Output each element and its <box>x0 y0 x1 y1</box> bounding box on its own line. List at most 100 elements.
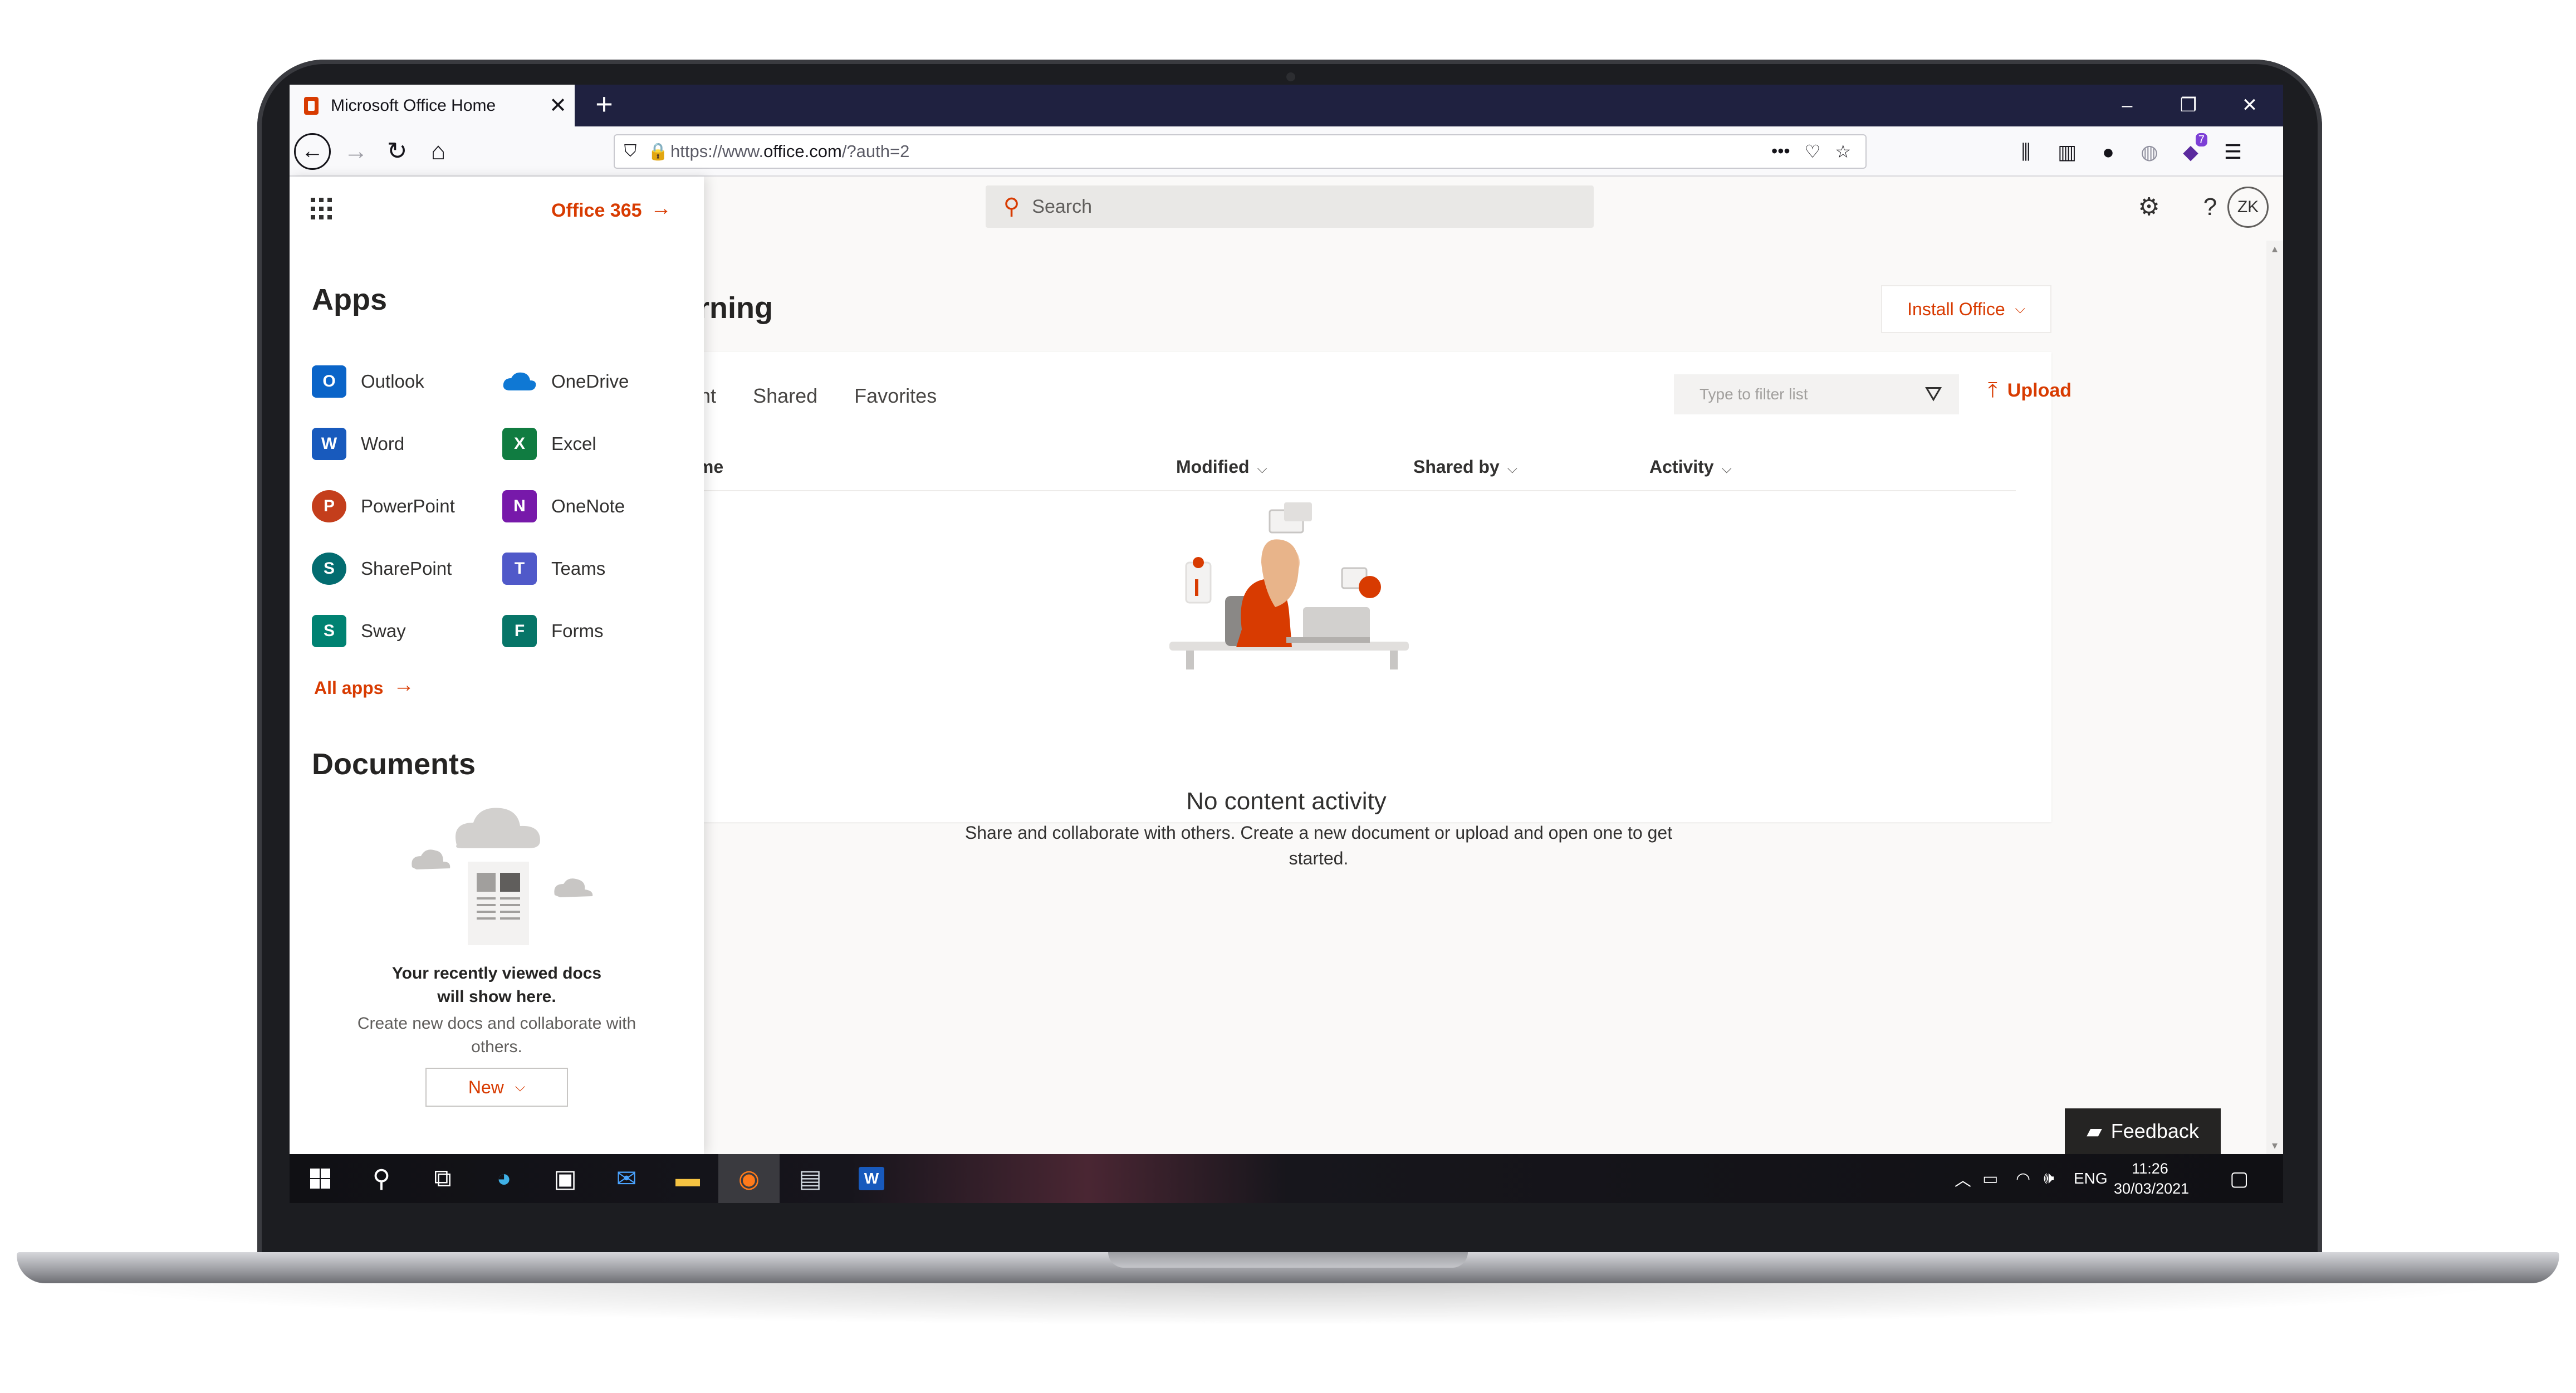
app-onenote-label: OneNote <box>551 496 625 516</box>
search-input[interactable]: ⚲ Search <box>986 185 1594 228</box>
app-powerpoint-label: PowerPoint <box>361 496 455 516</box>
chevron-down-icon: ⌵ <box>2015 301 2025 316</box>
url-bar[interactable]: ⛉ 🔒 https://www.office.com/?auth=2 ••• ♡… <box>614 134 1867 169</box>
app-launcher-waffle-icon[interactable] <box>311 198 333 220</box>
app-excel[interactable]: X Excel <box>502 427 596 461</box>
office365-link[interactable]: Office 365 <box>551 200 642 222</box>
upload-button[interactable]: ⤒ Upload <box>1988 379 2071 403</box>
remote-desktop-icon[interactable]: ▤ <box>780 1154 841 1203</box>
app-sharepoint[interactable]: S SharePoint <box>312 552 452 585</box>
outlook-icon: O <box>312 365 346 398</box>
edge-icon[interactable]: ◕ <box>473 1154 535 1203</box>
word-icon: W <box>312 428 346 460</box>
pocket-icon[interactable]: ♡ <box>1805 141 1821 162</box>
task-view-icon[interactable]: ⧉ <box>412 1154 473 1203</box>
upload-label: Upload <box>2007 380 2072 401</box>
globe-icon[interactable]: ◍ <box>2134 136 2165 168</box>
tab-shared[interactable]: Shared <box>753 384 817 408</box>
tab-close-icon[interactable]: ✕ <box>541 93 575 118</box>
sidebar-icon[interactable]: ▥ <box>2051 136 2083 168</box>
arrow-right-icon[interactable]: → <box>393 673 414 697</box>
language-indicator[interactable]: ENG <box>2074 1154 2108 1203</box>
scroll-up-icon[interactable]: ▴ <box>2266 241 2283 257</box>
screen: Microsoft Office Home ✕ + – ❐ ✕ ← → ↻ ⌂ … <box>290 85 2283 1203</box>
page-scrollbar[interactable]: ▴ ▾ <box>2266 241 2283 1154</box>
avatar[interactable]: ZK <box>2227 187 2269 228</box>
forms-icon: F <box>502 615 537 647</box>
help-icon[interactable]: ? <box>2191 188 2230 227</box>
documents-card: recent Shared Favorites Type to filter l… <box>660 352 2071 822</box>
bookmark-star-icon[interactable]: ☆ <box>1835 141 1851 162</box>
upload-arrow-icon: ⤒ <box>1988 379 1997 402</box>
laptop-camera <box>1286 72 1295 81</box>
app-onedrive[interactable]: OneDrive <box>502 365 629 398</box>
firefox-icon[interactable]: ◉ <box>718 1154 780 1203</box>
chevron-down-icon: ⌵ <box>1257 461 1267 476</box>
install-office-button[interactable]: Install Office ⌵ <box>1881 285 2051 333</box>
new-tab-button[interactable]: + <box>585 85 624 126</box>
browser-tab[interactable]: Microsoft Office Home ✕ <box>290 85 575 126</box>
forward-icon[interactable]: → <box>337 133 374 170</box>
url-text[interactable]: https://www.office.com/?auth=2 <box>670 141 1771 162</box>
documents-illustration <box>412 808 593 945</box>
scroll-down-icon[interactable]: ▾ <box>2266 1137 2283 1154</box>
page-actions-icon[interactable]: ••• <box>1771 141 1790 162</box>
reload-icon[interactable]: ↻ <box>379 133 415 170</box>
column-activity[interactable]: Activity ⌵ <box>1649 457 1732 477</box>
settings-gear-icon[interactable]: ⚙ <box>2129 188 2168 227</box>
filter-input[interactable]: Type to filter list ⛛ <box>1674 374 1959 414</box>
library-icon[interactable]: ⫼ <box>2010 136 2041 168</box>
column-modified[interactable]: Modified ⌵ <box>1176 457 1267 477</box>
search-icon[interactable]: ⚲ <box>351 1154 412 1203</box>
show-hidden-icons[interactable]: ︿ <box>1955 1154 1971 1203</box>
onedrive-icon <box>502 365 537 398</box>
window-close-icon[interactable]: ✕ <box>2221 85 2279 126</box>
app-teams[interactable]: T Teams <box>502 552 605 585</box>
home-icon[interactable]: ⌂ <box>420 133 457 170</box>
clock-time: 11:26 <box>2132 1160 2168 1177</box>
taskbar-clock[interactable]: 11:26 30/03/2021 <box>2114 1159 2190 1199</box>
file-explorer-icon[interactable]: ▬ <box>657 1154 718 1203</box>
install-office-label: Install Office <box>1907 299 2005 319</box>
restore-icon[interactable]: ❐ <box>2159 85 2217 126</box>
tab-favorites[interactable]: Favorites <box>854 384 937 408</box>
column-shared-by[interactable]: Shared by ⌵ <box>1413 457 1517 477</box>
app-onedrive-label: OneDrive <box>551 371 629 392</box>
clock-date: 30/03/2021 <box>2114 1180 2190 1197</box>
new-document-label: New <box>468 1077 504 1097</box>
app-onenote[interactable]: N OneNote <box>502 490 625 523</box>
store-icon[interactable]: ▣ <box>535 1154 596 1203</box>
all-apps-link[interactable]: All apps <box>314 678 383 698</box>
account-icon[interactable]: ● <box>2093 136 2124 168</box>
mail-icon[interactable]: ✉ <box>596 1154 657 1203</box>
extension-badge: 7 <box>2195 133 2207 146</box>
start-windows-icon[interactable] <box>290 1154 351 1203</box>
app-word[interactable]: W Word <box>312 427 404 461</box>
column-divider <box>679 490 2016 491</box>
extension-icon[interactable]: ◆ 7 <box>2175 133 2207 168</box>
volume-icon[interactable]: 🕪 <box>2044 1154 2054 1203</box>
arrow-right-icon[interactable]: → <box>650 197 672 221</box>
app-sway[interactable]: S Sway <box>312 614 406 648</box>
browser-navbar: ← → ↻ ⌂ ⛉ 🔒 https://www.office.com/?auth… <box>290 126 2283 177</box>
filter-funnel-icon[interactable]: ⛛ <box>1924 383 1942 407</box>
app-forms[interactable]: F Forms <box>502 614 604 648</box>
action-center-icon[interactable]: ▢ <box>2230 1154 2249 1203</box>
feedback-button[interactable]: ▰ Feedback <box>2065 1108 2221 1154</box>
minimize-icon[interactable]: – <box>2098 85 2156 126</box>
docs-empty-subtext: Create new docs and collaborate with oth… <box>357 1014 636 1056</box>
wifi-icon[interactable]: ◠ <box>2016 1154 2030 1203</box>
new-document-button[interactable]: New ⌵ <box>425 1068 568 1107</box>
word-taskbar-icon[interactable]: W <box>841 1154 902 1203</box>
filter-placeholder: Type to filter list <box>1700 385 1808 403</box>
app-powerpoint[interactable]: P PowerPoint <box>312 490 455 523</box>
app-outlook[interactable]: O Outlook <box>312 365 424 398</box>
docs-empty-line-1: Your recently viewed docs <box>391 964 602 983</box>
battery-icon[interactable]: ▭ <box>1982 1154 1998 1203</box>
app-sway-label: Sway <box>361 620 406 641</box>
lock-icon[interactable]: 🔒 <box>646 142 670 162</box>
laptop-notch <box>1108 1252 1468 1268</box>
tracking-shield-icon[interactable]: ⛉ <box>615 142 646 161</box>
back-icon[interactable]: ← <box>294 133 331 170</box>
menu-icon[interactable]: ☰ <box>2217 136 2249 168</box>
